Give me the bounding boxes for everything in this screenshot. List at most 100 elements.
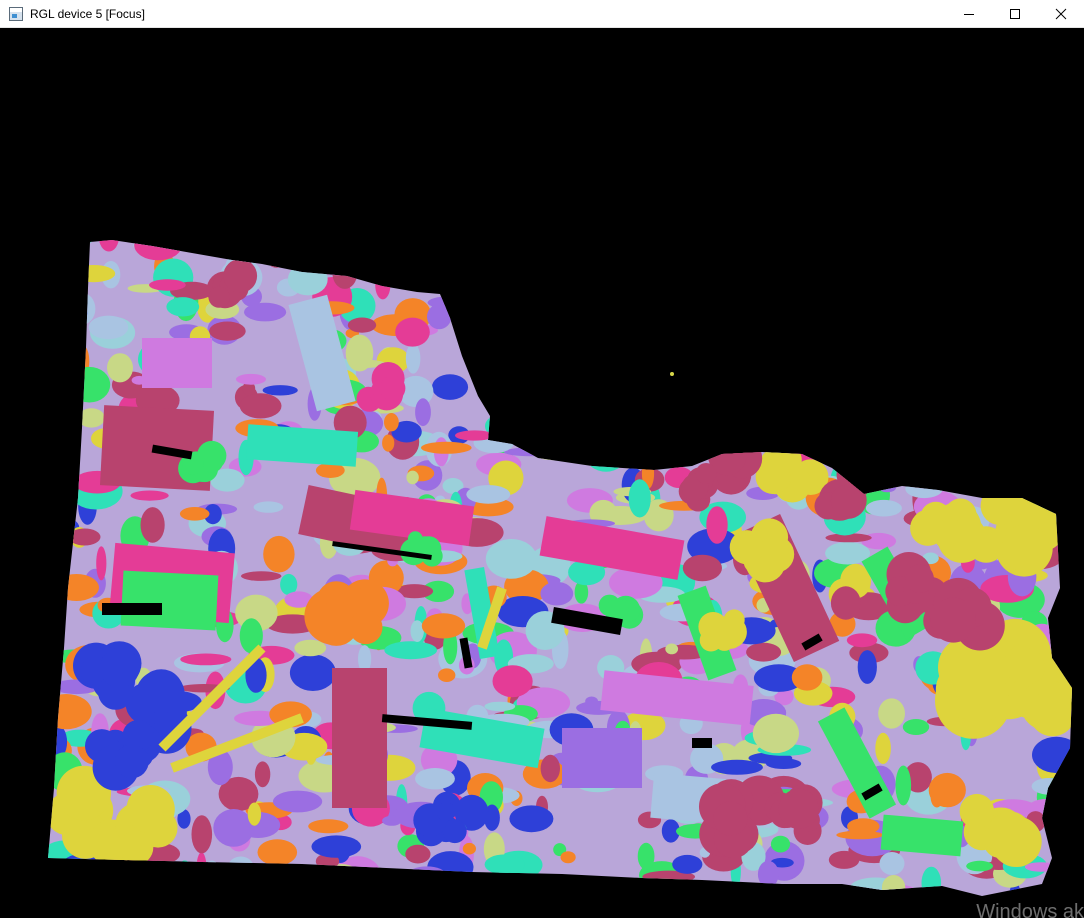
segment-blob bbox=[397, 240, 434, 254]
segment-blob bbox=[945, 465, 959, 489]
stray-point bbox=[670, 372, 674, 376]
segment-blob bbox=[590, 286, 624, 311]
maximize-button[interactable] bbox=[992, 0, 1038, 28]
segment-blob bbox=[1033, 375, 1072, 395]
segment-blob bbox=[605, 240, 628, 258]
segment-blob bbox=[383, 880, 418, 896]
segment-blob bbox=[757, 860, 779, 888]
segment-blob bbox=[518, 328, 554, 351]
segment-blob bbox=[849, 890, 890, 896]
segment-blob bbox=[1057, 397, 1072, 424]
segment-blob bbox=[674, 881, 686, 896]
segment-blob bbox=[738, 353, 765, 390]
segment-blob bbox=[929, 434, 961, 463]
segment-blob bbox=[556, 353, 578, 392]
segment-blob bbox=[1052, 821, 1065, 838]
segment-blob bbox=[941, 350, 982, 365]
segment-blob bbox=[791, 664, 823, 691]
segment-blob bbox=[406, 470, 419, 485]
segment-blob bbox=[857, 650, 877, 684]
segment-blob bbox=[672, 854, 703, 874]
segment-blob bbox=[1049, 252, 1072, 290]
segment-blob bbox=[645, 338, 660, 353]
segment-blob bbox=[977, 338, 1026, 376]
segment-blob bbox=[321, 864, 363, 896]
segment-blob bbox=[536, 450, 574, 461]
segment-blob bbox=[847, 818, 880, 835]
segment-blob bbox=[778, 251, 793, 270]
segment-blob bbox=[456, 254, 498, 279]
segment-blob bbox=[790, 404, 813, 442]
segment-blob bbox=[466, 485, 511, 504]
windows-activation-watermark: Windows ak bbox=[976, 901, 1084, 918]
segment-blob bbox=[179, 507, 210, 521]
segment-blob bbox=[845, 240, 867, 254]
segment-blob bbox=[495, 415, 515, 434]
segment-blob bbox=[415, 398, 431, 427]
segment-blob bbox=[760, 408, 811, 444]
segment-blob bbox=[584, 435, 628, 472]
segment-blob bbox=[657, 310, 692, 344]
segment-blob bbox=[717, 286, 750, 322]
segment-blob bbox=[988, 240, 1043, 257]
segment-blob bbox=[1024, 370, 1072, 409]
segment-blob bbox=[1046, 276, 1072, 291]
segment-blob bbox=[244, 302, 287, 322]
segment-blob bbox=[814, 240, 863, 250]
segment-blob bbox=[572, 439, 605, 458]
segment-blob bbox=[902, 719, 930, 735]
segment-blob bbox=[48, 564, 65, 581]
segment-blob bbox=[1042, 425, 1067, 455]
segment-blob bbox=[695, 240, 716, 252]
segment-blob bbox=[61, 257, 82, 290]
segment-blob bbox=[947, 416, 990, 436]
segment-blob bbox=[131, 894, 183, 896]
segment-blob bbox=[273, 790, 323, 813]
segment-blob bbox=[1018, 393, 1057, 410]
segment-blob bbox=[485, 539, 537, 579]
segment-blob bbox=[1006, 240, 1028, 252]
segment-blob bbox=[621, 388, 658, 418]
segment-blob bbox=[772, 252, 784, 269]
window-title: RGL device 5 [Focus] bbox=[30, 6, 145, 21]
segment-blob bbox=[631, 341, 646, 363]
segment-blob bbox=[881, 875, 906, 896]
minimize-button[interactable] bbox=[946, 0, 992, 28]
segment-blob bbox=[1053, 496, 1072, 520]
segment-blob bbox=[580, 880, 629, 896]
segment-blob bbox=[1024, 408, 1041, 446]
segment-blob bbox=[1026, 360, 1062, 396]
segment-blob bbox=[583, 246, 598, 281]
segment-blob bbox=[990, 248, 1041, 280]
segment-blob bbox=[752, 713, 800, 754]
segment-blob bbox=[885, 389, 909, 429]
segment-blob bbox=[304, 735, 318, 765]
segment-blob bbox=[733, 293, 758, 331]
segment-blob bbox=[753, 272, 777, 286]
segment-blob bbox=[406, 878, 429, 896]
segment-blob bbox=[928, 772, 966, 808]
close-button[interactable] bbox=[1038, 0, 1084, 28]
segment-blob bbox=[518, 418, 542, 454]
tree-crown bbox=[126, 785, 175, 834]
segment-blob bbox=[780, 240, 829, 267]
segment-blob bbox=[375, 270, 391, 300]
segment-blob bbox=[96, 546, 107, 581]
segment-blob bbox=[48, 694, 92, 730]
segment-blob bbox=[668, 312, 693, 351]
segment-blob bbox=[965, 281, 977, 317]
segment-blob bbox=[695, 309, 725, 341]
segment-blob bbox=[1034, 282, 1072, 302]
segment-blob bbox=[289, 654, 336, 691]
rgl-3d-viewport[interactable]: Windows ak bbox=[2, 28, 1084, 918]
segment-blob bbox=[524, 327, 574, 347]
segment-blob bbox=[495, 407, 537, 433]
segment-blob bbox=[166, 878, 205, 896]
segment-blob bbox=[540, 414, 553, 455]
title-bar[interactable]: RGL device 5 [Focus] bbox=[0, 0, 1084, 28]
segment-blob bbox=[884, 443, 927, 481]
segment-blob bbox=[1039, 465, 1072, 476]
segment-blob bbox=[384, 641, 438, 660]
segment-blob bbox=[1019, 451, 1072, 482]
segment-blob bbox=[1017, 478, 1044, 495]
